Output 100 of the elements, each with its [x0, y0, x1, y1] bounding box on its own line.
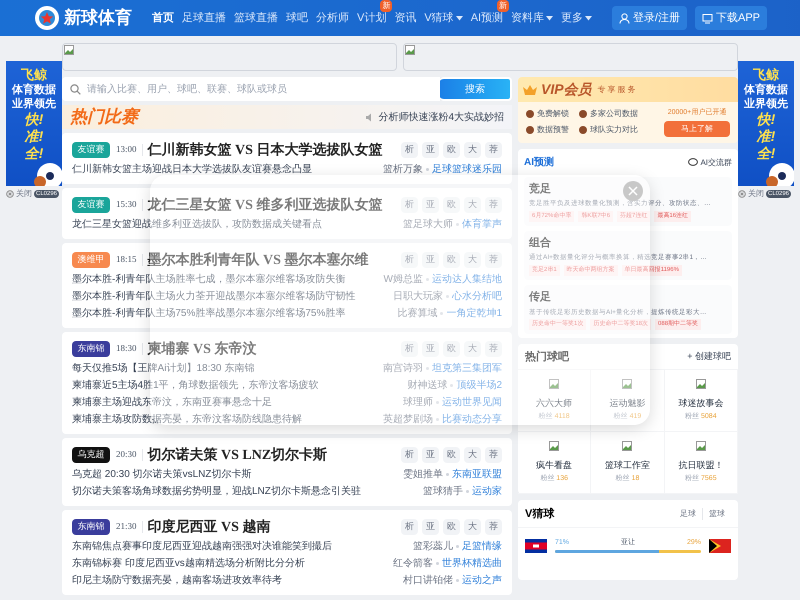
nav-item[interactable]: 更多 — [561, 10, 584, 26]
nav-item[interactable]: 球吧 — [286, 10, 308, 26]
odds-button[interactable]: 欧 — [443, 252, 460, 268]
post-title[interactable]: 东南锦焦点赛事印度尼西亚迎战越南强强对决谁能笑到撮后 — [72, 539, 332, 554]
post-author[interactable]: 南宫诗羽 — [383, 361, 423, 376]
banner-image[interactable] — [62, 43, 397, 71]
odds-button[interactable]: 欧 — [443, 341, 460, 357]
channel-link[interactable]: 顶级半场2 — [456, 378, 502, 393]
nav-item[interactable]: V计划 — [357, 10, 386, 26]
channel-link[interactable]: 足篮情缘 — [462, 539, 502, 554]
post-author[interactable]: 村口讲铂佬 — [403, 573, 453, 588]
post-author[interactable]: 红令箭客 — [393, 556, 433, 571]
odds-button[interactable]: 大 — [464, 341, 481, 357]
odds-button[interactable]: 亚 — [422, 519, 439, 535]
download-button[interactable]: 下载APP — [694, 6, 767, 30]
post-title[interactable]: 每天仅推5场【王牌Ai计划】18:30 东南锦 — [72, 361, 254, 376]
odds-button[interactable]: 大 — [464, 142, 481, 158]
post-author[interactable]: 比赛算域 — [397, 306, 438, 321]
post-title[interactable]: 仁川新韩女篮主场迎战日本大学选拔队友谊赛悬念凸显 — [72, 162, 312, 177]
odds-button[interactable]: 亚 — [422, 447, 439, 463]
post-author[interactable]: W姆总监 — [384, 272, 423, 287]
channel-link[interactable]: 足球篮球迷乐园 — [432, 162, 502, 177]
post-title[interactable]: 印尼主场防守数据亮晏，越南客场进攻效率待考 — [72, 573, 282, 588]
create-forum-link[interactable]: + 创建球吧 — [687, 350, 731, 364]
odds-button[interactable]: 大 — [464, 519, 481, 535]
channel-link[interactable]: 一角定乾坤1 — [446, 306, 502, 321]
odds-button[interactable]: 荐 — [485, 142, 502, 158]
post-author[interactable]: 篮彩蕊儿 — [413, 539, 453, 554]
odds-button[interactable]: 亚 — [422, 197, 439, 213]
league-tag[interactable]: 东南锦 — [72, 341, 110, 357]
post-author[interactable]: 篮析万象 — [383, 162, 423, 177]
channel-link[interactable]: 心水分析吧 — [452, 289, 502, 304]
odds-button[interactable]: 欧 — [443, 197, 460, 213]
odds-button[interactable]: 荐 — [485, 197, 502, 213]
odds-button[interactable]: 欧 — [443, 447, 460, 463]
post-author[interactable]: 球理师 — [403, 395, 433, 410]
close-icon[interactable] — [6, 190, 14, 198]
odds-button[interactable]: 亚 — [422, 252, 439, 268]
nav-item[interactable]: 篮球直播 — [234, 10, 278, 26]
match-title[interactable]: 龙仁三星女篮 VS 维多利亚选拔队女篮 — [148, 194, 382, 216]
channel-link[interactable]: 运动家 — [472, 484, 502, 499]
search-button[interactable]: 搜索 — [440, 77, 512, 101]
odds-button[interactable]: 大 — [464, 252, 481, 268]
login-button[interactable]: 登录/注册 — [612, 6, 687, 30]
league-tag[interactable]: 东南锦 — [72, 519, 110, 535]
post-author[interactable]: 篮球猜手 — [423, 484, 463, 499]
post-title[interactable]: 墨尔本胜-利青年队主场胜率七成，墨尔本塞尔维客场攻防失衡 — [72, 272, 346, 287]
match-title[interactable]: 切尔诺夫策 VS LNZ切尔卡斯 — [148, 444, 328, 466]
post-author[interactable]: 雯姐推单 — [403, 467, 443, 482]
channel-link[interactable]: 运动达人集结地 — [432, 272, 502, 287]
sport-tab[interactable]: 篮球 — [702, 508, 731, 520]
channel-link[interactable]: 运动之声 — [462, 573, 502, 588]
close-link[interactable]: 关闭 — [748, 188, 764, 200]
post-title[interactable]: 柬埔寨近5主场4胜1平，角球数据领先，东帝汶客场疲软 — [72, 378, 319, 393]
nav-item[interactable]: 足球直播 — [182, 10, 226, 26]
ai-group-link[interactable]: AI交流群 — [700, 156, 732, 168]
league-tag[interactable]: 友谊赛 — [72, 142, 110, 158]
sport-tab[interactable]: 足球 — [674, 508, 702, 520]
odds-button[interactable]: 析 — [401, 447, 418, 463]
odds-button[interactable]: 荐 — [485, 447, 502, 463]
nav-item[interactable]: 首页 — [152, 10, 174, 26]
odds-button[interactable]: 析 — [401, 341, 418, 357]
odds-button[interactable]: 大 — [464, 447, 481, 463]
search-field[interactable]: 请输入比赛、用户、球吧、联赛、球队或球员 — [62, 77, 440, 101]
search-input[interactable]: 请输入比赛、用户、球吧、联赛、球队或球员 — [87, 82, 440, 96]
close-icon[interactable] — [738, 190, 746, 198]
post-author[interactable]: 日职大玩家 — [393, 289, 443, 304]
match-title[interactable]: 仁川新韩女篮 VS 日本大学选拔队女篮 — [148, 140, 382, 160]
league-tag[interactable]: 友谊赛 — [72, 197, 110, 213]
match-title[interactable]: 柬埔寨 VS 东帝汶 — [148, 338, 256, 360]
post-title[interactable]: 切尔诺夫策客场角球数据劣势明显，迎战LNZ切尔卡斯悬念引关驻 — [72, 484, 361, 499]
odds-button[interactable]: 析 — [401, 142, 418, 158]
league-tag[interactable]: 乌克超 — [72, 447, 110, 463]
close-link[interactable]: 关闭 — [16, 188, 32, 200]
league-tag[interactable]: 澳维甲 — [72, 252, 110, 268]
odds-button[interactable]: 亚 — [422, 341, 439, 357]
nav-item[interactable]: 资料库 — [511, 10, 544, 26]
match-title[interactable]: 印度尼西亚 VS 越南 — [148, 516, 270, 538]
channel-link[interactable]: 体育掌声 — [462, 217, 502, 232]
post-title[interactable]: 龙仁三星女篮迎战维多利亚选拔队，攻防数据成关键看点 — [72, 217, 322, 232]
odds-button[interactable]: 荐 — [485, 519, 502, 535]
post-title[interactable]: 柬埔寨主场攻防数据亮晏，东帝汶客场防线隐患待解 — [72, 412, 302, 427]
odds-button[interactable]: 析 — [401, 252, 418, 268]
notice-link[interactable]: 分析师快速涨粉4大实战妙招 — [378, 110, 504, 124]
learn-more-button[interactable]: 马上了解 — [664, 120, 730, 136]
odds-button[interactable]: 亚 — [422, 142, 439, 158]
channel-link[interactable]: 坦克第三集团军 — [432, 361, 502, 376]
post-author[interactable]: 篮足球大师 — [403, 217, 453, 232]
logo-text[interactable]: 新球体育 — [64, 5, 132, 31]
post-author[interactable]: 财神送球 — [407, 378, 448, 393]
nav-item[interactable]: 资讯 — [394, 10, 416, 26]
odds-button[interactable]: 荐 — [485, 252, 502, 268]
channel-link[interactable]: 运动世界见闻 — [442, 395, 502, 410]
post-title[interactable]: 柬埔寨主场迎战东帝汶，东南亚赛事悬念十足 — [72, 395, 272, 410]
odds-button[interactable]: 析 — [401, 197, 418, 213]
odds-button[interactable]: 欧 — [443, 519, 460, 535]
odds-button[interactable]: 荐 — [485, 341, 502, 357]
side-ad[interactable]: 飞鲸 体育数据 业界领先 快! 准! 全! — [6, 61, 62, 186]
post-title[interactable]: 乌克超 20:30 切尔诺夫策vsLNZ切尔卡斯 — [72, 467, 252, 482]
channel-link[interactable]: 东南亚联盟 — [452, 467, 502, 482]
